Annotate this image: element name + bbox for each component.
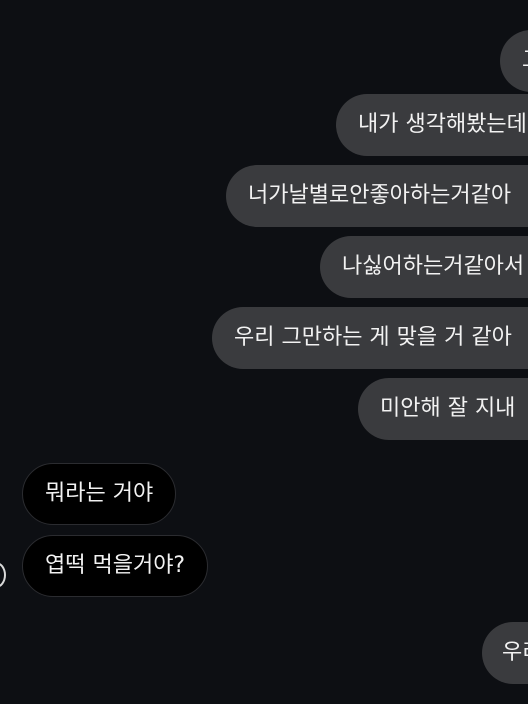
sent-message-bubble[interactable]: 나싫어하는거같아서: [320, 236, 528, 298]
sent-message-bubble[interactable]: 그: [500, 30, 528, 92]
message-text: 내가 생각해봤는데: [358, 112, 527, 137]
sent-message-bubble[interactable]: 우리 그만하는 게 맞을 거 같아: [212, 307, 528, 369]
received-message-bubble[interactable]: 엽떡 먹을거야?: [22, 535, 209, 597]
message-text: 미안해 잘 지내: [380, 396, 516, 421]
message-text: 그: [522, 48, 528, 73]
message-text: 너가날별로안좋아하는거같아: [248, 183, 512, 208]
message-text: 우리: [502, 640, 528, 665]
received-message-bubble[interactable]: 뭐라는 거야: [22, 463, 177, 525]
chat-thread: 그 내가 생각해봤는데 너가날별로안좋아하는거같아 나싫어하는거같아서 우리 그…: [0, 0, 528, 704]
message-text: 엽떡 먹을거야?: [45, 553, 186, 578]
sent-message-bubble[interactable]: 너가날별로안좋아하는거같아: [226, 165, 528, 227]
message-text: 뭐라는 거야: [45, 481, 154, 506]
message-text: 나싫어하는거같아서: [342, 254, 525, 279]
sent-message-bubble[interactable]: 우리: [482, 622, 528, 684]
avatar[interactable]: [0, 562, 6, 588]
sent-message-bubble[interactable]: 내가 생각해봤는데: [336, 94, 528, 156]
message-text: 우리 그만하는 게 맞을 거 같아: [234, 325, 512, 350]
sent-message-bubble[interactable]: 미안해 잘 지내: [358, 378, 528, 440]
